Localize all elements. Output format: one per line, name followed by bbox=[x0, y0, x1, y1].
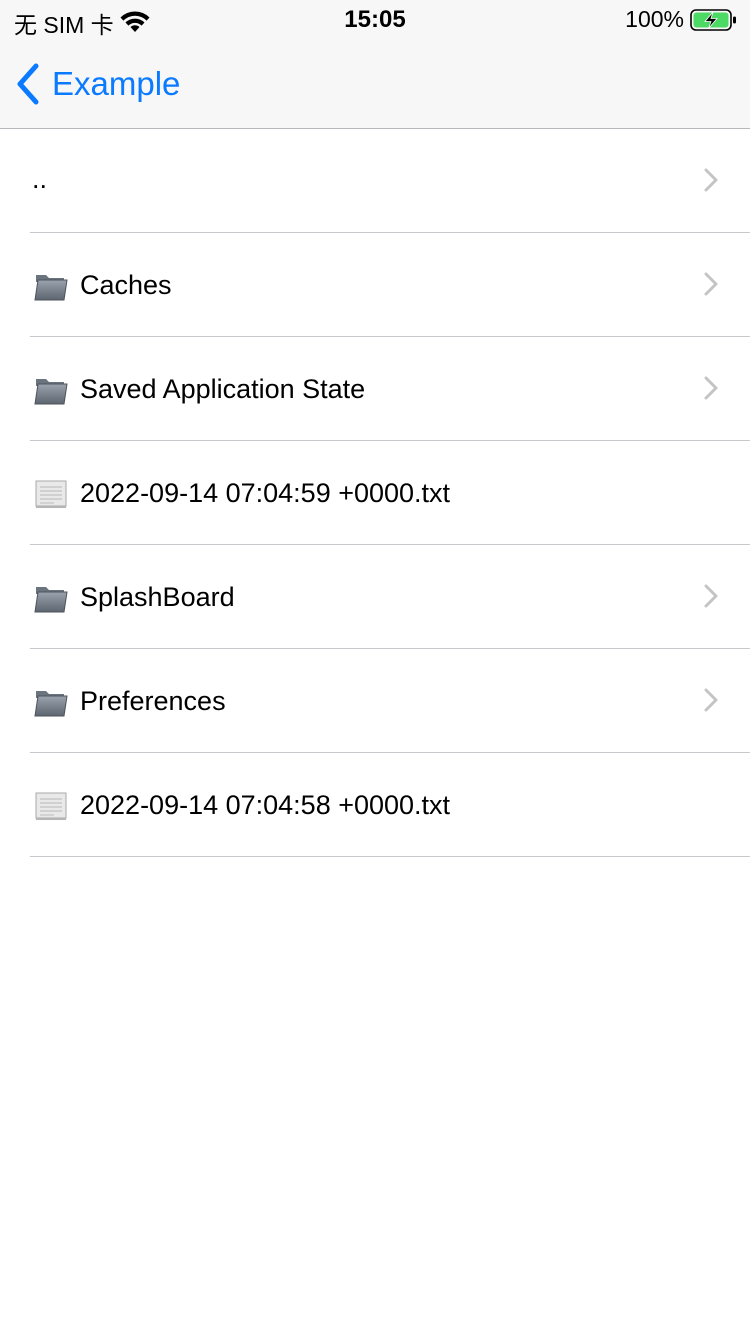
list-item-file[interactable]: 2022-09-14 07:04:59 +0000.txt bbox=[0, 441, 750, 545]
list-item-parent-directory[interactable]: .. bbox=[0, 129, 750, 233]
row-divider bbox=[30, 856, 750, 857]
list-item-label: 2022-09-14 07:04:59 +0000.txt bbox=[80, 478, 451, 508]
back-button[interactable]: Example bbox=[14, 60, 180, 108]
navigation-bar: Example bbox=[0, 40, 750, 129]
document-icon bbox=[35, 480, 67, 508]
chevron-right-icon bbox=[704, 376, 718, 400]
list-item-label: .. bbox=[32, 164, 48, 194]
chevron-right-icon bbox=[704, 168, 718, 192]
document-icon bbox=[35, 792, 67, 820]
folder-icon bbox=[34, 379, 68, 405]
folder-icon bbox=[34, 275, 68, 301]
folder-icon bbox=[34, 691, 68, 717]
list-item-folder[interactable]: SplashBoard bbox=[0, 545, 750, 649]
folder-icon bbox=[34, 587, 68, 613]
list-item-folder[interactable]: Preferences bbox=[0, 649, 750, 753]
status-bar: 无 SIM 卡 15:05 100% bbox=[0, 0, 750, 40]
list-item-label: 2022-09-14 07:04:58 +0000.txt bbox=[80, 790, 451, 820]
list-item-label: Preferences bbox=[80, 686, 226, 716]
chevron-right-icon bbox=[704, 272, 718, 296]
battery-percent: 100% bbox=[625, 6, 684, 32]
list-item-folder[interactable]: Saved Application State bbox=[0, 337, 750, 441]
screen: 无 SIM 卡 15:05 100% Example .. Caches Sav… bbox=[0, 0, 750, 1334]
chevron-right-icon bbox=[704, 688, 718, 712]
list-item-label: Saved Application State bbox=[80, 374, 366, 404]
file-list: .. Caches Saved Application State 2022-0… bbox=[0, 129, 750, 857]
list-item-file[interactable]: 2022-09-14 07:04:58 +0000.txt bbox=[0, 753, 750, 857]
battery-charging-icon bbox=[690, 9, 736, 31]
list-item-label: Caches bbox=[80, 270, 172, 300]
list-item-folder[interactable]: Caches bbox=[0, 233, 750, 337]
back-button-label: Example bbox=[52, 65, 181, 102]
chevron-left-icon bbox=[17, 63, 39, 105]
chevron-right-icon bbox=[704, 584, 718, 608]
list-item-label: SplashBoard bbox=[80, 582, 235, 612]
